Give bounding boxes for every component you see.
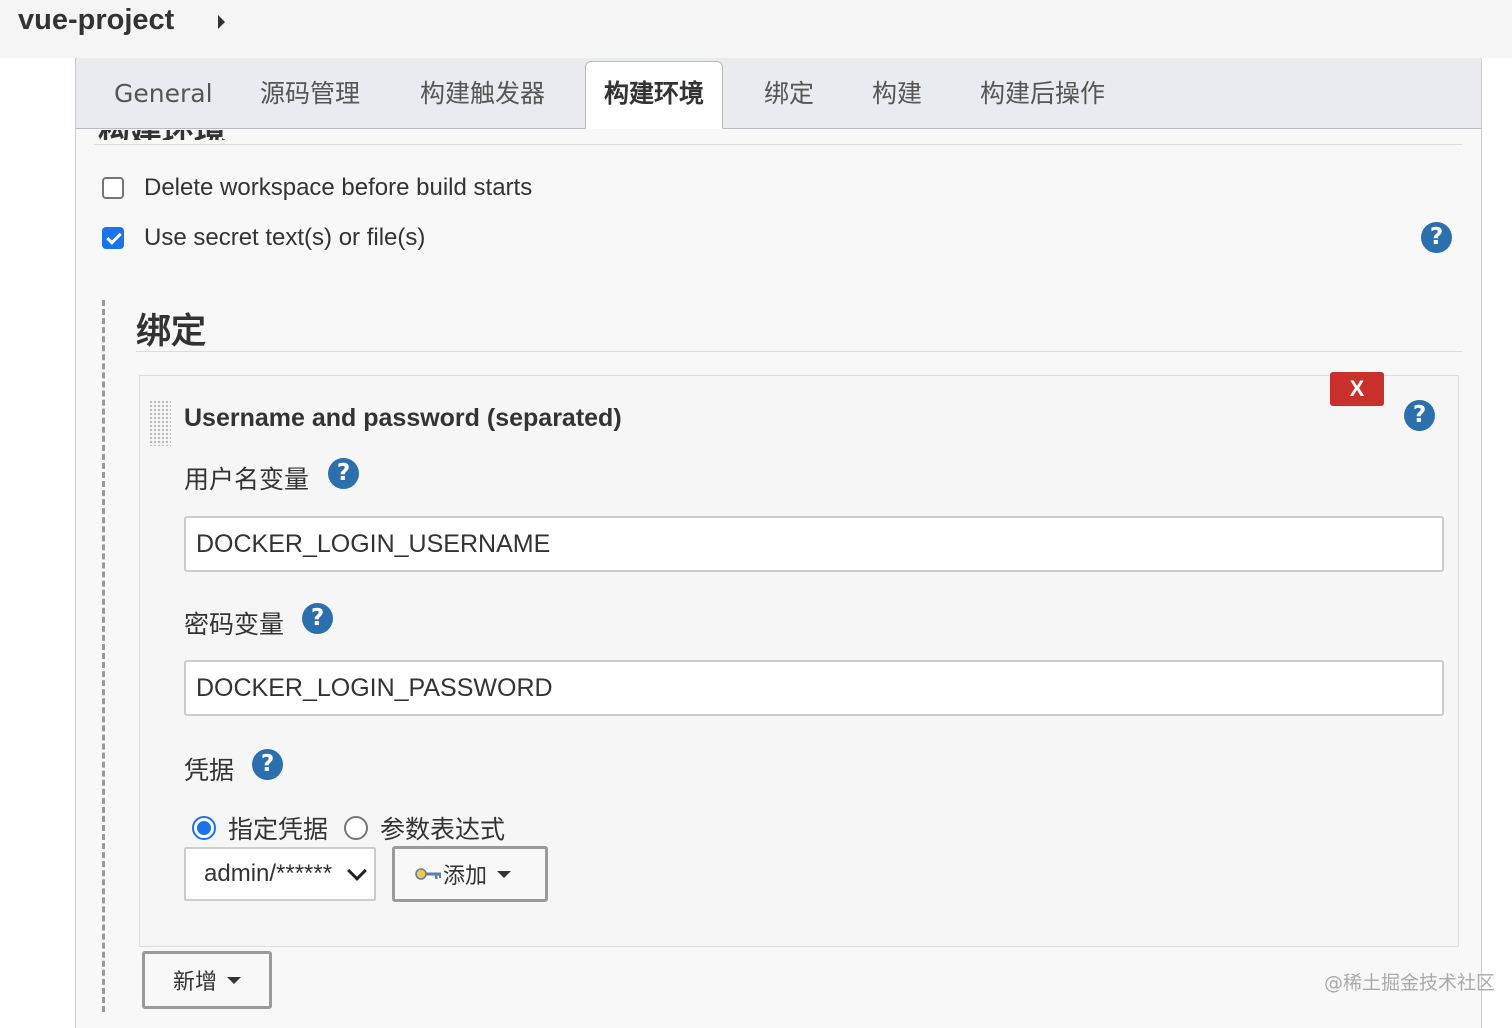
caret-down-icon xyxy=(497,870,512,878)
tab-post-build[interactable]: 构建后操作 xyxy=(980,58,1105,128)
option-use-secret[interactable]: Use secret text(s) or file(s) xyxy=(102,223,425,253)
parameter-expression-radio[interactable] xyxy=(344,816,369,840)
help-icon[interactable]: ? xyxy=(302,603,333,634)
section-heading-text: 构建环境 xyxy=(98,130,226,140)
credentials-select[interactable]: admin/****** xyxy=(184,847,376,901)
credentials-select-value: admin/****** xyxy=(204,860,333,887)
password-variable-label: 密码变量 xyxy=(184,610,285,639)
project-name[interactable]: vue-project xyxy=(18,4,174,37)
help-icon[interactable]: ? xyxy=(252,749,283,780)
tab-general[interactable]: General xyxy=(114,58,213,128)
specific-credentials-label[interactable]: 指定凭据 xyxy=(228,810,328,846)
username-variable-label: 用户名变量 xyxy=(184,465,310,494)
parameter-expression-label[interactable]: 参数表达式 xyxy=(380,810,505,846)
use-secret-label: Use secret text(s) or file(s) xyxy=(144,224,426,251)
binding-card-title: Username and password (separated) xyxy=(184,404,622,432)
tab-build-triggers[interactable]: 构建触发器 xyxy=(420,58,545,128)
config-panel: General 源码管理 构建触发器 构建环境 绑定 构建 构建后操作 构建环境… xyxy=(75,58,1482,1028)
divider xyxy=(94,144,1462,145)
caret-down-icon xyxy=(227,976,241,984)
password-variable-input[interactable] xyxy=(184,660,1444,716)
credential-mode-radios: 指定凭据 参数表达式 xyxy=(192,810,521,846)
credentials-label: 凭据 xyxy=(184,756,235,785)
help-icon[interactable]: ? xyxy=(1404,400,1435,431)
add-binding-label: 新增 xyxy=(172,970,217,995)
username-variable-input[interactable] xyxy=(184,516,1444,572)
use-secret-checkbox[interactable] xyxy=(102,227,124,249)
tab-build[interactable]: 构建 xyxy=(872,58,922,128)
option-delete-workspace[interactable]: Delete workspace before build starts xyxy=(102,173,532,203)
drag-handle-icon[interactable] xyxy=(149,400,171,446)
nesting-dashed-line xyxy=(102,300,105,1012)
specific-credentials-radio[interactable] xyxy=(192,816,216,840)
section-heading-partial: 构建环境 xyxy=(98,130,226,140)
watermark: @稀土掘金技术社区 xyxy=(1324,972,1496,994)
delete-binding-button[interactable]: X xyxy=(1330,372,1384,406)
help-icon[interactable]: ? xyxy=(1421,222,1452,253)
add-binding-button[interactable]: 新增 xyxy=(142,951,272,1009)
chevron-down-icon xyxy=(347,861,367,881)
tab-bindings[interactable]: 绑定 xyxy=(764,58,814,128)
breadcrumb-arrow-icon[interactable] xyxy=(218,15,225,29)
delete-workspace-label: Delete workspace before build starts xyxy=(144,174,533,201)
top-bar: vue-project xyxy=(0,0,1512,58)
bindings-title: 绑定 xyxy=(136,312,207,352)
help-icon[interactable]: ? xyxy=(328,458,359,489)
add-credentials-label: 添加 xyxy=(443,864,488,889)
delete-workspace-checkbox[interactable] xyxy=(102,177,124,199)
tab-bar: General 源码管理 构建触发器 构建环境 绑定 构建 构建后操作 xyxy=(76,58,1481,129)
key-icon xyxy=(415,867,443,881)
divider xyxy=(136,351,1462,352)
tab-source-control[interactable]: 源码管理 xyxy=(260,58,360,128)
tab-build-environment[interactable]: 构建环境 xyxy=(585,61,724,129)
binding-card: Username and password (separated) X ? 用户… xyxy=(139,372,1459,947)
add-credentials-button[interactable]: 添加 xyxy=(392,846,548,902)
